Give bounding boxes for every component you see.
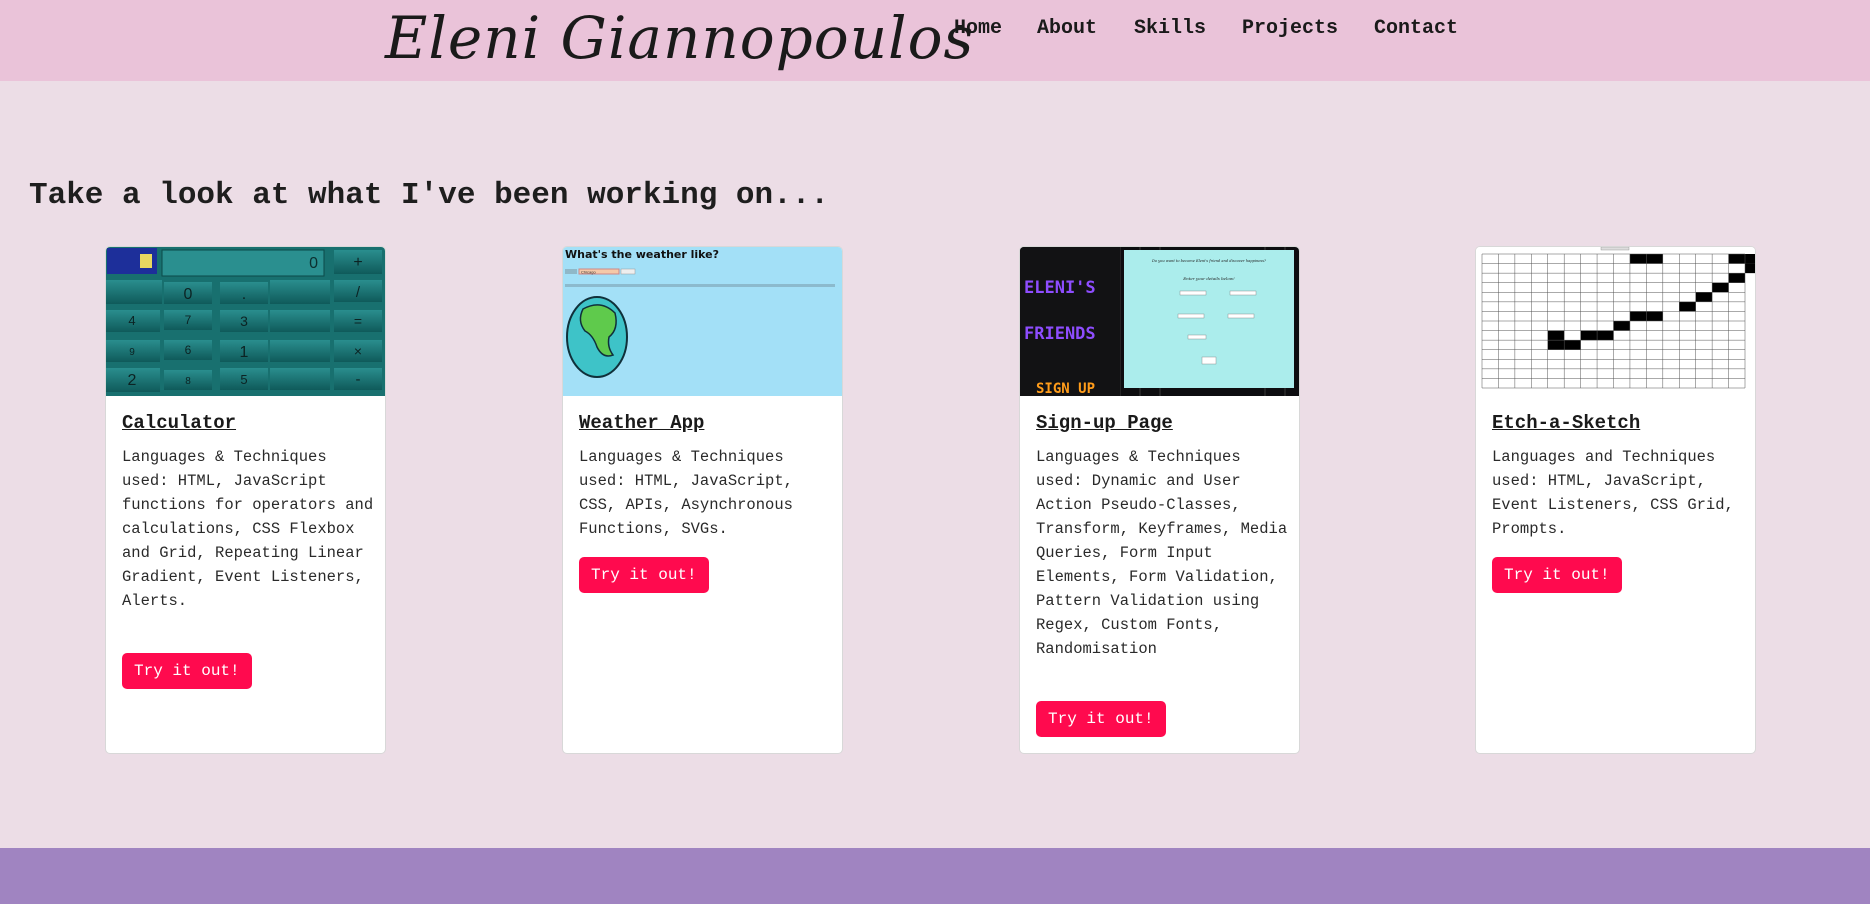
svg-text:5: 5: [240, 372, 247, 387]
svg-text:3: 3: [240, 313, 248, 329]
etch-filled-cell: [1646, 311, 1663, 321]
etch-a-sketch-screenshot: [1476, 247, 1755, 396]
svg-text:Enter your details below!: Enter your details below!: [1182, 276, 1235, 281]
project-title-link[interactable]: Etch-a-Sketch: [1492, 412, 1640, 434]
project-card-etch-a-sketch: Etch-a-Sketch Languages and Techniques u…: [1475, 246, 1756, 754]
svg-text:Do you want to become Eleni's: Do you want to become Eleni's friend and…: [1151, 259, 1266, 263]
svg-text:8: 8: [185, 376, 191, 387]
svg-text:4: 4: [128, 313, 135, 328]
svg-text:-: -: [356, 371, 361, 388]
svg-text:9: 9: [129, 347, 135, 358]
project-description: Languages & Techniques used: HTML, JavaS…: [579, 448, 793, 538]
etch-filled-cell: [1613, 321, 1630, 331]
nav-projects[interactable]: Projects: [1242, 17, 1338, 40]
svg-text:Chicago: Chicago: [581, 270, 596, 275]
etch-filled-cell: [1547, 340, 1565, 350]
etch-filled-cell: [1712, 282, 1729, 293]
try-it-out-button[interactable]: Try it out!: [1492, 557, 1622, 593]
project-description: Languages and Techniques used: HTML, Jav…: [1492, 448, 1734, 538]
project-title-link[interactable]: Weather App: [579, 412, 704, 434]
nav-skills[interactable]: Skills: [1134, 17, 1206, 40]
site-footer: [0, 848, 1870, 904]
weather-thumb-heading: What's the weather like?: [565, 248, 719, 261]
svg-text:ELENI'S: ELENI'S: [1024, 278, 1096, 298]
project-title-link[interactable]: Calculator: [122, 412, 236, 434]
etch-filled-cell: [1728, 254, 1745, 264]
etch-filled-cell: [1728, 273, 1745, 283]
svg-text:7: 7: [185, 313, 192, 327]
project-title-link[interactable]: Sign-up Page: [1036, 412, 1173, 434]
svg-text:×: ×: [354, 343, 362, 359]
etch-filled-cell: [1629, 311, 1647, 321]
nav-contact[interactable]: Contact: [1374, 17, 1458, 40]
svg-text:=: =: [354, 313, 362, 329]
svg-text:2: 2: [128, 372, 137, 389]
etch-filled-cell: [1646, 254, 1663, 264]
svg-text:1: 1: [240, 344, 249, 361]
calculator-screenshot: 0 + 0 . / 4 7 3 = 9 6 1 × 2 8 5 -: [106, 247, 385, 396]
etch-filled-cell: [1564, 340, 1581, 350]
main-nav: Home About Skills Projects Contact: [0, 17, 1870, 41]
svg-text:SIGN UP: SIGN UP: [1036, 381, 1095, 396]
try-it-out-button[interactable]: Try it out!: [1036, 701, 1166, 737]
svg-text:0: 0: [184, 286, 193, 303]
svg-text:FRIENDS: FRIENDS: [1024, 324, 1096, 344]
try-it-out-button[interactable]: Try it out!: [122, 653, 252, 689]
calculator-display-text: 0: [309, 255, 318, 272]
etch-filled-cell: [1547, 330, 1565, 341]
project-card-weather-app: What's the weather like? Chicago Weather…: [562, 246, 843, 754]
etch-filled-cell: [1679, 301, 1696, 312]
nav-about[interactable]: About: [1037, 17, 1097, 40]
project-card-signup-page: ELENI'S FRIENDS SIGN UP Do you want to b…: [1019, 246, 1300, 754]
signup-page-screenshot: ELENI'S FRIENDS SIGN UP Do you want to b…: [1020, 247, 1299, 396]
etch-filled-cell: [1597, 330, 1614, 341]
weather-app-screenshot: What's the weather like? Chicago: [563, 247, 842, 396]
svg-text:+: +: [353, 254, 362, 271]
etch-filled-cell: [1580, 330, 1598, 341]
projects-heading: Take a look at what I've been working on…: [29, 178, 829, 213]
project-description: Languages & Techniques used: Dynamic and…: [1036, 448, 1288, 658]
try-it-out-button[interactable]: Try it out!: [579, 557, 709, 593]
project-card-calculator: 0 + 0 . / 4 7 3 = 9 6 1 × 2 8 5 - Calcul…: [105, 246, 386, 754]
svg-text:6: 6: [185, 343, 192, 357]
site-header: Eleni Giannopoulos Home About Skills Pro…: [0, 0, 1870, 81]
etch-filled-cell: [1695, 292, 1713, 302]
etch-filled-cell: [1745, 254, 1755, 264]
nav-home[interactable]: Home: [954, 17, 1002, 40]
etch-filled-cell: [1629, 254, 1647, 264]
etch-filled-cell: [1745, 263, 1755, 274]
svg-text:.: .: [242, 286, 246, 303]
project-description: Languages & Techniques used: HTML, JavaS…: [122, 448, 374, 610]
